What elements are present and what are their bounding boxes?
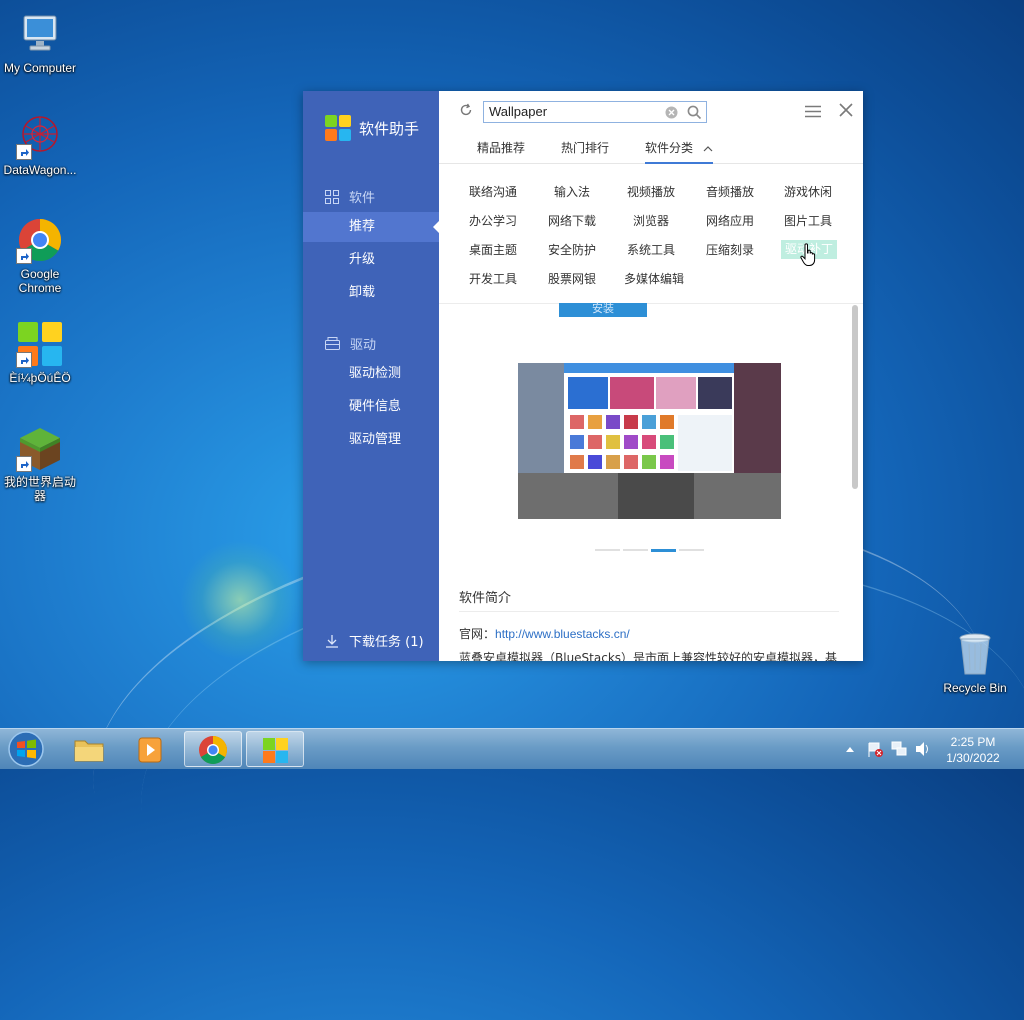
tab-bar: 精品推荐 热门排行 软件分类 (439, 133, 863, 164)
category-item[interactable]: 网络下载 (537, 212, 607, 229)
sidebar-item-hardware-info[interactable]: 硬件信息 (303, 392, 439, 422)
category-item[interactable]: 输入法 (537, 183, 607, 200)
menu-icon[interactable] (805, 105, 821, 118)
carousel-dot[interactable] (623, 549, 648, 551)
carousel-dot-active[interactable] (651, 549, 676, 552)
main-panel: Wallpaper 精品推荐 热门排行 软件分类 联络沟通 输入法 视频播放 音… (439, 91, 863, 661)
clock[interactable]: 2:25 PM 1/30/2022 (940, 734, 1006, 766)
category-item[interactable]: 系统工具 (616, 241, 686, 258)
clock-date: 1/30/2022 (946, 751, 1000, 765)
divider (459, 611, 839, 612)
software-helper-icon (16, 320, 64, 368)
start-button[interactable] (6, 730, 46, 768)
download-tasks-button[interactable]: 下载任务 (1) (325, 631, 424, 650)
wallpaper-glow (180, 540, 300, 660)
show-hidden-icons-icon[interactable] (844, 729, 856, 769)
carousel-dots (595, 549, 704, 552)
taskbar-media-player-button[interactable] (122, 731, 180, 767)
category-item[interactable]: 音频播放 (695, 183, 765, 200)
app-logo-icon (325, 115, 351, 141)
tab-categories[interactable]: 软件分类 (645, 139, 713, 164)
intro-heading: 软件简介 (459, 591, 512, 606)
category-item[interactable]: 浏览器 (616, 212, 686, 229)
sidebar-item-upgrade[interactable]: 升级 (303, 245, 439, 275)
close-icon[interactable] (839, 103, 853, 117)
search-value: Wallpaper (489, 104, 548, 119)
sidebar-section-software: 软件 (325, 187, 375, 206)
category-item[interactable]: 图片工具 (773, 212, 843, 229)
screenshot-image (518, 363, 781, 519)
chrome-icon (199, 736, 227, 764)
desktop-icon-google-chrome[interactable]: Google Chrome (0, 216, 80, 295)
software-helper-window: 软件助手 软件 推荐 升级 卸载 驱动 驱动检测 硬件信息 驱动管理 下载任务 … (303, 91, 863, 661)
media-player-icon (138, 737, 162, 763)
category-item[interactable]: 视频播放 (616, 183, 686, 200)
search-icon[interactable] (687, 105, 702, 120)
clear-search-icon[interactable] (665, 106, 678, 119)
tab-hot-ranking[interactable]: 热门排行 (561, 139, 609, 156)
sidebar-item-driver-detect[interactable]: 驱动检测 (303, 359, 439, 389)
grid-icon (325, 189, 339, 204)
download-icon (326, 634, 338, 648)
shortcut-arrow-icon (16, 456, 32, 472)
sidebar: 软件助手 软件 推荐 升级 卸载 驱动 驱动检测 硬件信息 驱动管理 下载任务 … (303, 91, 439, 661)
official-site-link[interactable]: http://www.bluestacks.cn/ (495, 627, 630, 641)
sidebar-item-uninstall[interactable]: 卸载 (303, 278, 439, 308)
action-center-flag-icon[interactable] (866, 729, 884, 769)
refresh-icon[interactable] (459, 103, 473, 117)
category-item[interactable]: 办公学习 (458, 212, 528, 229)
app-title: 软件助手 (359, 119, 420, 138)
app-brand: 软件助手 (325, 115, 419, 141)
desktop-icon-minecraft-launcher[interactable]: 我的世界启动器 (0, 424, 80, 503)
install-button[interactable]: 安装 (559, 303, 647, 317)
category-item[interactable]: 股票网银 (537, 270, 607, 287)
taskbar-chrome-button[interactable] (184, 731, 242, 767)
category-item[interactable]: 安全防护 (537, 241, 607, 258)
category-item[interactable]: 游戏休闲 (773, 183, 843, 200)
clock-time: 2:25 PM (950, 735, 996, 749)
shortcut-arrow-icon (16, 144, 32, 160)
shortcut-arrow-icon (16, 248, 32, 264)
driver-icon (325, 337, 340, 350)
chrome-icon (16, 216, 64, 264)
category-item[interactable]: 联络沟通 (458, 183, 528, 200)
desktop-icon-my-computer[interactable]: My Computer (0, 10, 80, 75)
datawagon-icon (16, 112, 64, 160)
folder-icon (74, 740, 104, 762)
sidebar-item-recommend[interactable]: 推荐 (303, 212, 439, 242)
official-site: 官网：http://www.bluestacks.cn/ (459, 627, 630, 641)
category-item[interactable]: 压缩刻录 (695, 241, 765, 258)
category-item[interactable]: 网络应用 (695, 212, 765, 229)
carousel-dot[interactable] (679, 549, 704, 551)
scrollbar-thumb[interactable] (852, 305, 858, 489)
category-item[interactable]: 多媒体编辑 (616, 270, 692, 287)
sidebar-item-driver-manage[interactable]: 驱动管理 (303, 425, 439, 455)
search-input[interactable]: Wallpaper (483, 101, 707, 123)
recycle-bin-icon (951, 630, 999, 678)
top-bar: Wallpaper (439, 91, 863, 133)
computer-icon (16, 10, 64, 58)
description-text: 蓝叠安卓模拟器（BlueStacks）是市面上兼容性较好的安卓模拟器，基 (459, 651, 838, 661)
taskbar-explorer-button[interactable] (60, 731, 118, 767)
network-icon[interactable] (890, 729, 908, 769)
shortcut-arrow-icon (16, 352, 32, 368)
tab-featured[interactable]: 精品推荐 (477, 139, 525, 156)
desktop-icon-software-helper[interactable]: Èí¼þÖúÊÖ (0, 320, 80, 385)
taskbar: 2:25 PM 1/30/2022 (0, 728, 1024, 769)
chevron-up-icon (703, 145, 713, 151)
hand-cursor-icon (800, 243, 816, 266)
desktop-icon-recycle-bin[interactable]: Recycle Bin (935, 630, 1015, 695)
screenshot-preview[interactable] (518, 363, 781, 519)
volume-icon[interactable] (914, 729, 932, 769)
taskbar-software-helper-button[interactable] (246, 731, 304, 767)
category-item[interactable]: 开发工具 (458, 270, 528, 287)
software-helper-icon (263, 738, 288, 763)
category-item[interactable]: 桌面主题 (458, 241, 528, 258)
sidebar-section-driver: 驱动 (325, 334, 376, 353)
desktop-icon-datawagon[interactable]: DataWagon... (0, 112, 80, 177)
divider (439, 303, 863, 304)
carousel-dot[interactable] (595, 549, 620, 551)
minecraft-block-icon (16, 424, 64, 472)
